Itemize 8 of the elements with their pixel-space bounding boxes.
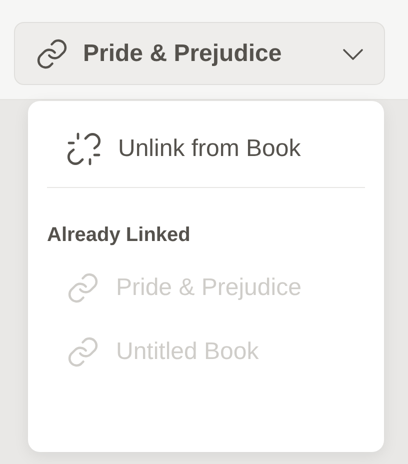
chevron-down-icon [342, 46, 364, 60]
menu-item[interactable]: Unlink from Book [47, 131, 301, 167]
link-icon [35, 36, 69, 70]
section-heading: Already Linked [47, 223, 192, 248]
book-button[interactable]: Pride & Prejudice [14, 22, 385, 85]
broken-link-icon [66, 131, 102, 167]
link-icon [66, 335, 100, 369]
link-icon [66, 271, 100, 305]
